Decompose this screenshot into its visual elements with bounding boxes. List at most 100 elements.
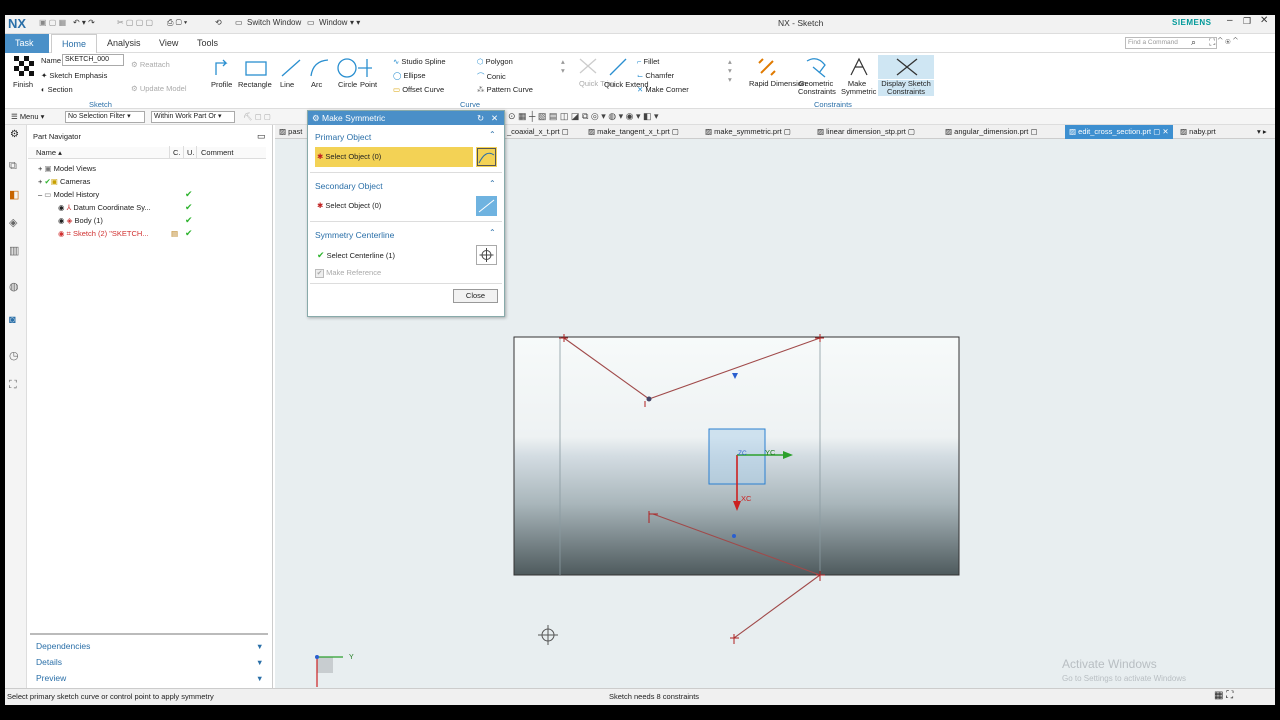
column-name-header[interactable]: Name ▴ [36, 146, 62, 159]
column-comment-header[interactable]: Comment [196, 146, 234, 159]
snap-tools-icons[interactable]: ⊙ ▦ ┼ ▧ ▤ ◫ ◪ ⧉ ◎ ▾ ◍ ▾ ◉ ▾ ◧ ▾ [508, 111, 659, 122]
web-browser-icon[interactable]: ◍ [9, 280, 19, 293]
details-panel[interactable]: Details [36, 656, 62, 669]
cut-copy-paste-icon[interactable]: ✂ ▢ ▢ ▢ [117, 18, 153, 27]
switch-window-button[interactable]: Switch Window [247, 18, 301, 27]
tree-item-model-views[interactable]: + ▣ Model Views [38, 162, 96, 175]
geometric-constraints-button[interactable]: Geometric Constraints [798, 80, 836, 96]
chevron-down-icon[interactable]: ▼ [256, 640, 263, 653]
conic-button[interactable]: ⌒ Conic [477, 71, 506, 82]
dependencies-panel[interactable]: Dependencies [36, 640, 90, 653]
tab-view[interactable]: View [149, 34, 188, 53]
file-tab[interactable]: ▨ make_tangent_x_t.prt ▢ [588, 125, 679, 139]
minimize-icon[interactable]: – [1227, 15, 1233, 26]
close-button[interactable]: Close [453, 289, 498, 303]
status-icons[interactable]: ▦ ⛶ [1214, 690, 1233, 701]
arc-button[interactable]: Arc [311, 80, 322, 89]
crosshair-select-icon[interactable] [476, 245, 497, 265]
selection-filter-select[interactable]: No Selection Filter ▾ [65, 111, 145, 123]
collapse-icon[interactable]: ⌃ [489, 130, 496, 139]
tab-tools[interactable]: Tools [187, 34, 228, 53]
secondary-object-header[interactable]: Secondary Object [308, 179, 504, 193]
print-icon[interactable]: ⎙ ▢ ▾ [167, 18, 187, 28]
rectangle-button[interactable]: Rectangle [238, 80, 272, 89]
history-clock-icon[interactable]: ◷ [9, 349, 19, 362]
restore-icon[interactable]: ❐ [1243, 16, 1251, 27]
file-tab[interactable]: ▨ angular_dimension.prt ▢ [945, 125, 1038, 139]
dialog-close-icon[interactable]: ✕ [491, 111, 498, 125]
tab-analysis[interactable]: Analysis [97, 34, 151, 53]
assembly-navigator-icon[interactable]: ⧉ [9, 160, 17, 173]
point-button[interactable]: Point [360, 80, 377, 89]
tab-task[interactable]: Task [5, 34, 49, 53]
sketch-name-select[interactable]: SKETCH_000 [62, 54, 124, 66]
tree-item-cameras[interactable]: + ✔▣ Cameras [38, 175, 90, 188]
circle-button[interactable]: Circle [338, 80, 357, 89]
make-reference-checkbox[interactable]: ✔ Make Reference [315, 263, 497, 283]
find-command-input[interactable]: Find a Command [1125, 37, 1217, 49]
roles-icon[interactable]: ⛶ [9, 379, 17, 392]
make-symmetric-button[interactable]: Make Symmetric [841, 80, 876, 96]
file-tab[interactable]: ▨ past [279, 125, 302, 139]
polygon-button[interactable]: ⬡ Polygon [477, 57, 513, 66]
menu-button[interactable]: ☰ Menu ▾ [11, 112, 44, 121]
navigator-maximize-icon[interactable]: ▭ [257, 130, 266, 143]
file-tab[interactable]: ▨ naby.prt [1180, 125, 1216, 139]
reattach-button[interactable]: ⚙ Reattach [131, 60, 170, 69]
studio-spline-button[interactable]: ∿ Studio Spline [393, 57, 446, 66]
finish-button[interactable]: Finish [13, 80, 33, 89]
settings-gear-icon[interactable]: ⚙ [10, 129, 19, 140]
search-icon[interactable]: ⌕ [1191, 37, 1196, 48]
tree-item-datum-csys[interactable]: ◉ ⅄ Datum Coordinate Sy... [58, 201, 151, 214]
chamfer-button[interactable]: ⌙ Chamfer [637, 71, 674, 80]
file-tab-active[interactable]: ▨ edit_cross_section.prt ▢ ✕ [1065, 125, 1173, 139]
select-centerline[interactable]: ✔ Select Centerline (1) [315, 245, 497, 265]
sketch-emphasis-button[interactable]: ✦ Sketch Emphasis [41, 71, 107, 80]
finish-flag-icon[interactable] [14, 56, 34, 76]
file-tab[interactable]: ▨ linear dimension_stp.prt ▢ [817, 125, 915, 139]
pattern-curve-button[interactable]: ⁂ Pattern Curve [477, 85, 533, 94]
tree-item-model-history[interactable]: – ▭ Model History [38, 188, 99, 201]
chevron-down-icon[interactable]: ▼ [256, 656, 263, 669]
collapse-icon[interactable]: ⌃ [489, 179, 496, 188]
window-icon[interactable]: ▭ [307, 18, 315, 27]
tab-home[interactable]: Home [51, 34, 98, 53]
switch-window-icon[interactable]: ▭ [235, 18, 243, 27]
chevron-down-icon[interactable]: ▼ [256, 672, 263, 685]
preview-panel[interactable]: Preview [36, 672, 66, 685]
close-icon[interactable]: ✕ [1260, 15, 1268, 26]
curve-selection-icon[interactable] [476, 147, 497, 167]
column-u-header[interactable]: U. [183, 146, 195, 159]
window-menu[interactable]: Window [319, 18, 347, 27]
ribbon-controls-icon[interactable]: ⛶ ⌃ ⍟ ⌃ [1209, 37, 1238, 48]
tab-list-icon[interactable]: ▾ ▸ [1257, 125, 1267, 139]
ellipse-button[interactable]: ◯ Ellipse [393, 71, 426, 80]
offset-curve-button[interactable]: ▭ Offset Curve [393, 85, 444, 94]
fillet-button[interactable]: ⌐ Fillet [637, 57, 659, 66]
update-model-button[interactable]: ⚙ Update Model [131, 84, 187, 93]
reset-icon[interactable]: ↻ [477, 111, 484, 125]
collapse-icon[interactable]: ⌃ [489, 228, 496, 237]
tree-item-body[interactable]: ◉ ◈ Body (1) [58, 214, 103, 227]
selection-tools-icons[interactable]: ⛏ ▢ ▢ [243, 112, 271, 121]
palette-icon[interactable]: ◙ [9, 314, 16, 326]
hd3d-icon[interactable]: ▥ [9, 244, 19, 257]
symmetry-centerline-header[interactable]: Symmetry Centerline [308, 228, 504, 242]
dialog-title-bar[interactable]: ⚙ Make Symmetric ↻ ✕ [308, 111, 504, 125]
curve-selection-icon[interactable] [476, 196, 497, 216]
dropdown-icon[interactable]: ▾ ▾ [350, 18, 360, 27]
tree-item-sketch[interactable]: ◉ ⌗ Sketch (2) "SKETCH... [58, 227, 149, 240]
save-icon[interactable]: ▣ ▢ ▦ [39, 18, 66, 27]
make-corner-button[interactable]: ✕ Make Corner [637, 85, 689, 94]
section-button[interactable]: ◐ Section [41, 85, 73, 94]
file-tab[interactable]: ▨ make_symmetric.prt ▢ [705, 125, 791, 139]
primary-object-header[interactable]: Primary Object [308, 130, 504, 144]
primary-select-object[interactable]: ✱ Select Object (0) [315, 147, 473, 167]
secondary-select-object[interactable]: ✱ Select Object (0) [315, 196, 497, 216]
line-button[interactable]: Line [280, 80, 294, 89]
file-tab[interactable]: _coaxial_x_t.prt ▢ [507, 125, 569, 139]
column-c-header[interactable]: C. [169, 146, 181, 159]
selection-scope-select[interactable]: Within Work Part Or ▾ [151, 111, 235, 123]
profile-button[interactable]: Profile [211, 80, 232, 89]
reuse-library-icon[interactable]: ◈ [9, 216, 17, 229]
